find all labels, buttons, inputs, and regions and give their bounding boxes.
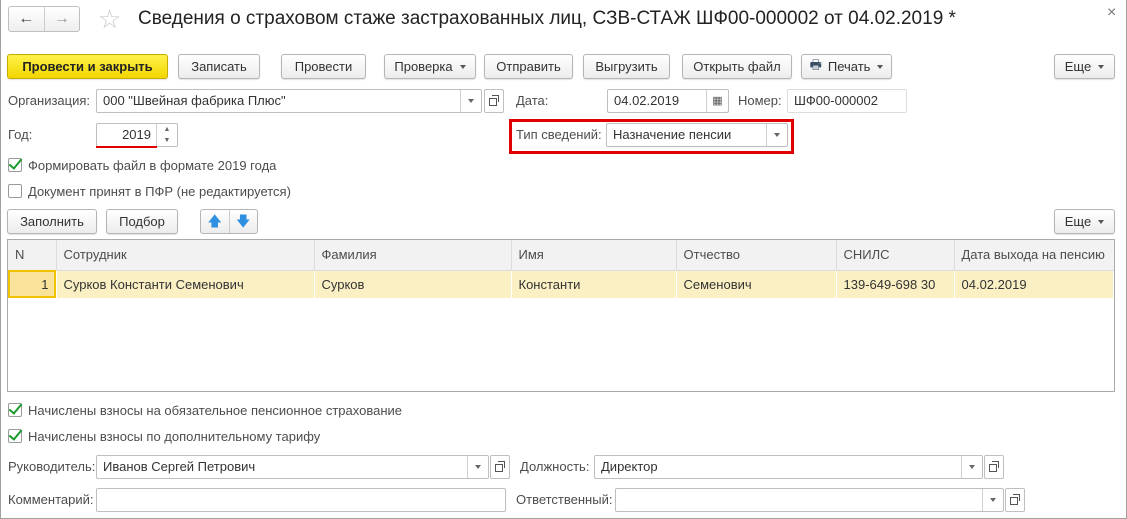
column-header[interactable]: Фамилия <box>314 240 512 271</box>
number-value: ШФ00-000002 <box>794 93 878 108</box>
favorite-star-icon[interactable]: ☆ <box>98 4 121 35</box>
cell-name[interactable]: Константи <box>511 270 677 298</box>
more-label: Еще <box>1064 59 1092 74</box>
cell-n[interactable]: 1 <box>8 270 57 298</box>
head-label: Руководитель: <box>8 459 96 474</box>
number-label: Номер: <box>738 93 782 108</box>
dropdown-icon[interactable] <box>467 456 488 478</box>
post-and-close-button[interactable]: Провести и закрыть <box>7 54 168 79</box>
year-label: Год: <box>8 127 33 142</box>
column-header[interactable]: N <box>8 240 57 271</box>
move-buttons: 🡅 🡇 <box>200 209 258 234</box>
additional-contrib-label: Начислены взносы по дополнительному тари… <box>28 429 321 444</box>
open-head-button[interactable] <box>490 455 510 479</box>
organization-label: Организация: <box>8 93 91 108</box>
column-header[interactable]: Дата выхода на пенсию <box>954 240 1114 271</box>
print-button[interactable]: 🖶 Печать <box>801 54 892 79</box>
check-label: Проверка <box>394 59 453 74</box>
cell-surname[interactable]: Сурков <box>314 270 512 298</box>
cell-snils[interactable]: 139-649-698 30 <box>836 270 955 298</box>
info-type-value: Назначение пенсии <box>613 127 732 142</box>
forward-button[interactable]: → <box>45 7 80 31</box>
dropdown-icon[interactable] <box>766 124 787 146</box>
format-2019-label: Формировать файл в формате 2019 года <box>28 158 277 173</box>
info-type-label: Тип сведений: <box>516 127 602 142</box>
open-responsible-button[interactable] <box>1005 488 1025 512</box>
back-button[interactable]: ← <box>9 7 45 31</box>
open-organization-button[interactable] <box>484 89 504 113</box>
nav-buttons: ← → <box>8 6 80 32</box>
accepted-checkbox[interactable] <box>8 184 22 198</box>
move-down-icon[interactable]: 🡇 <box>230 210 258 233</box>
column-header[interactable]: Отчество <box>676 240 837 271</box>
format-2019-checkbox[interactable] <box>8 158 22 172</box>
position-value: Директор <box>601 459 658 474</box>
date-field[interactable]: 04.02.2019 ▦ <box>607 89 729 113</box>
dropdown-icon[interactable] <box>961 456 982 478</box>
comment-label: Комментарий: <box>8 492 94 507</box>
employees-table: N Сотрудник Фамилия Имя Отчество СНИЛС Д… <box>7 239 1115 392</box>
open-file-button[interactable]: Открыть файл <box>682 54 792 79</box>
year-field[interactable]: 2019 ▲ ▼ <box>96 123 178 147</box>
select-button[interactable]: Подбор <box>106 209 178 234</box>
position-label: Должность: <box>520 459 590 474</box>
open-icon <box>489 95 499 106</box>
more-button[interactable]: Еще <box>1054 54 1115 79</box>
mandatory-contrib-label: Начислены взносы на обязательное пенсион… <box>28 403 403 418</box>
fill-button[interactable]: Заполнить <box>7 209 97 234</box>
cell-employee[interactable]: Сурков Константи Семенович <box>56 270 315 298</box>
chevron-down-icon <box>1098 219 1105 224</box>
move-up-icon[interactable]: 🡅 <box>201 210 230 233</box>
additional-contrib-checkbox[interactable] <box>8 429 22 443</box>
head-value: Иванов Сергей Петрович <box>103 459 256 474</box>
date-value: 04.02.2019 <box>614 93 680 108</box>
year-spinner[interactable]: ▲ ▼ <box>156 124 177 146</box>
send-button[interactable]: Отправить <box>484 54 573 79</box>
date-label: Дата: <box>516 93 549 108</box>
organization-field[interactable]: 000 "Швейная фабрика Плюс" <box>96 89 482 113</box>
head-field[interactable]: Иванов Сергей Петрович <box>96 455 489 479</box>
comment-field[interactable] <box>96 488 506 512</box>
dropdown-icon[interactable] <box>982 489 1003 511</box>
number-field[interactable]: ШФ00-000002 <box>787 89 907 113</box>
accepted-label: Документ принят в ПФР (не редактируется) <box>28 184 291 199</box>
responsible-label: Ответственный: <box>516 492 613 507</box>
open-position-button[interactable] <box>984 455 1004 479</box>
cell-retirement-date[interactable]: 04.02.2019 <box>954 270 1114 298</box>
year-error-underline <box>96 146 157 148</box>
dropdown-icon[interactable] <box>460 90 481 112</box>
chevron-down-icon <box>877 64 884 69</box>
table-row[interactable]: 1 Сурков Константи Семенович Сурков Конс… <box>8 270 1114 298</box>
cell-patronymic[interactable]: Семенович <box>676 270 837 298</box>
check-button[interactable]: Проверка <box>384 54 476 79</box>
column-header[interactable]: Сотрудник <box>56 240 315 271</box>
printer-icon: 🖶 <box>809 56 822 72</box>
print-label: Печать <box>827 59 871 74</box>
save-button[interactable]: Записать <box>178 54 260 79</box>
window-title: Сведения о страховом стаже застрахованны… <box>138 8 956 29</box>
calendar-icon[interactable]: ▦ <box>706 90 728 112</box>
more-label: Еще <box>1064 214 1092 229</box>
export-button[interactable]: Выгрузить <box>583 54 670 79</box>
responsible-field[interactable] <box>615 488 1004 512</box>
chevron-down-icon <box>459 64 466 69</box>
column-header[interactable]: Имя <box>511 240 677 271</box>
open-icon <box>1010 494 1020 505</box>
close-icon[interactable]: × <box>1107 4 1116 22</box>
info-type-select[interactable]: Назначение пенсии <box>606 123 788 147</box>
open-icon <box>989 461 999 472</box>
table-header: N Сотрудник Фамилия Имя Отчество СНИЛС Д… <box>8 240 1114 271</box>
open-icon <box>495 461 505 472</box>
table-more-button[interactable]: Еще <box>1054 209 1115 234</box>
column-header[interactable]: СНИЛС <box>836 240 955 271</box>
post-button[interactable]: Провести <box>281 54 366 79</box>
year-value: 2019 <box>122 127 151 142</box>
position-field[interactable]: Директор <box>594 455 983 479</box>
chevron-down-icon <box>1098 64 1105 69</box>
mandatory-contrib-checkbox[interactable] <box>8 403 22 417</box>
organization-value: 000 "Швейная фабрика Плюс" <box>103 93 286 108</box>
